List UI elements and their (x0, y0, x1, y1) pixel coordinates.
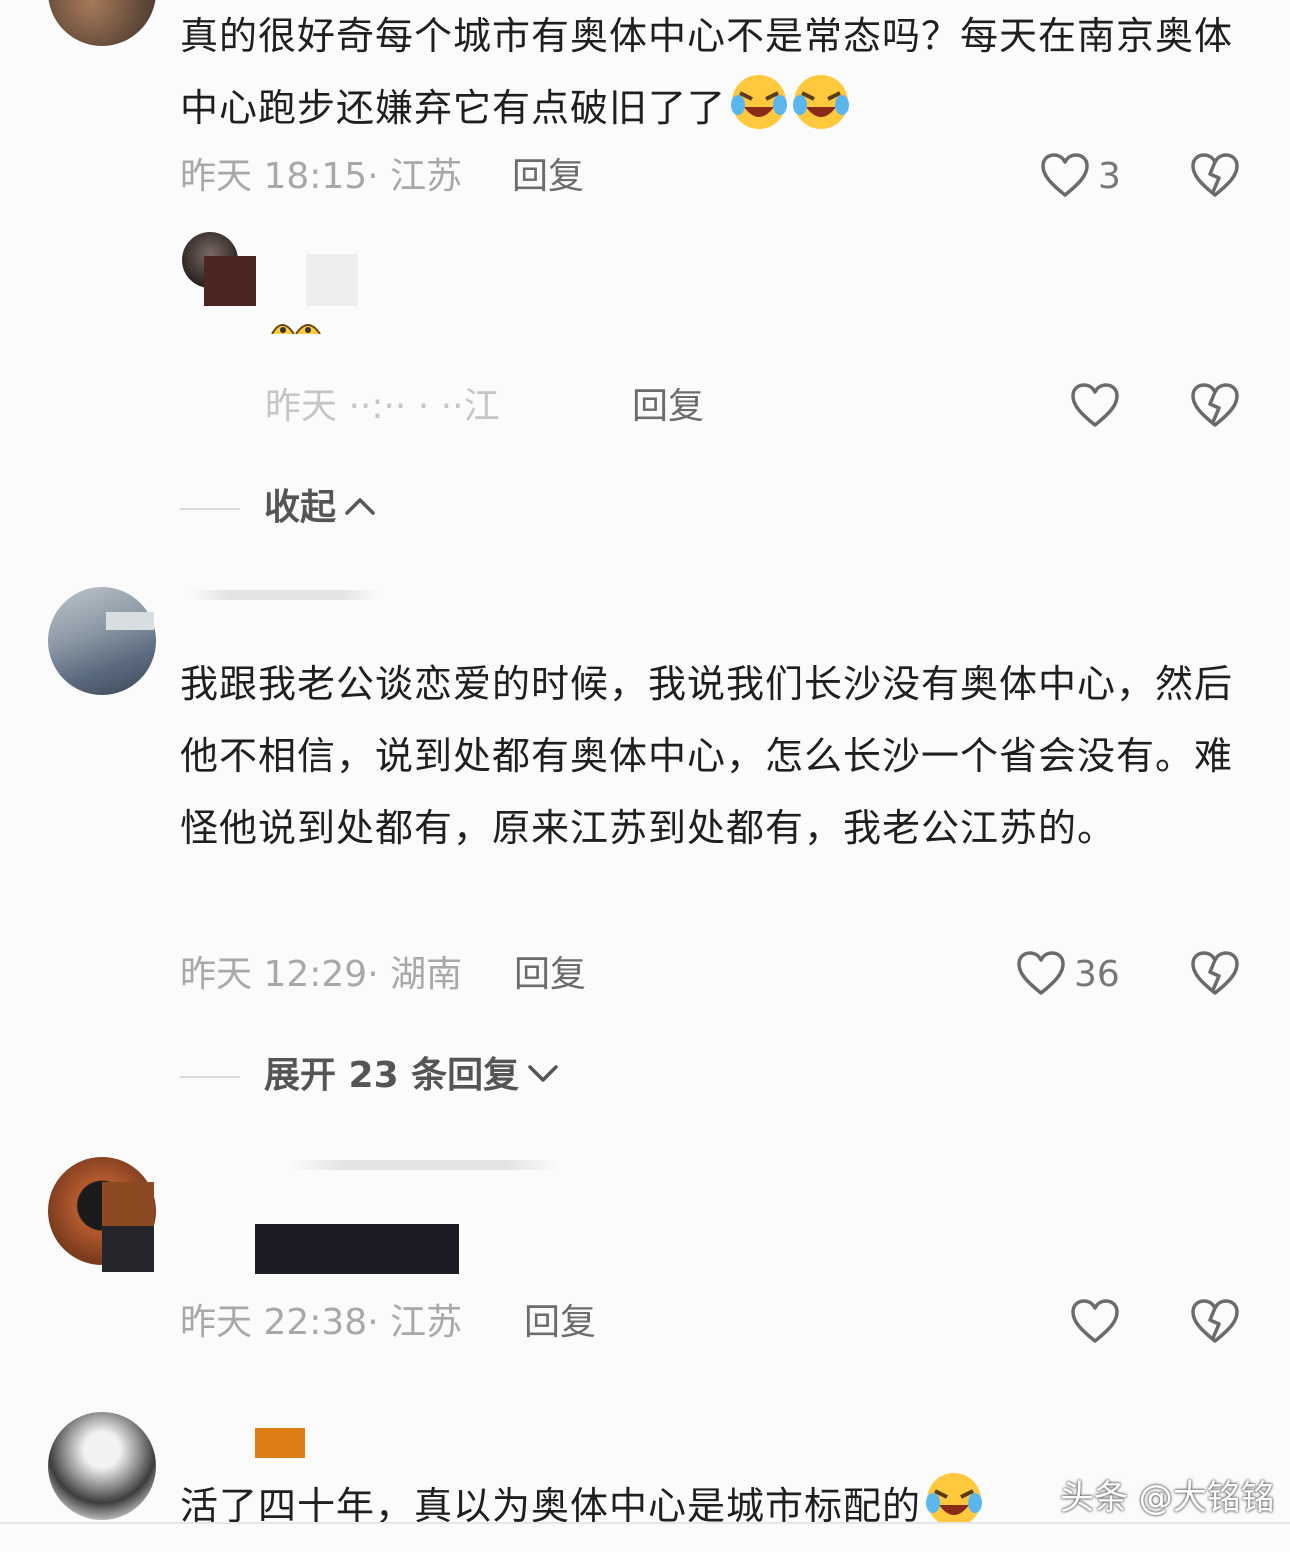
redacted-text (255, 1224, 459, 1274)
fold-divider (180, 1076, 240, 1078)
heart-icon[interactable] (1016, 950, 1066, 996)
like-count: 36 (1074, 954, 1120, 995)
redacted-block (204, 256, 256, 306)
chevron-up-icon (344, 496, 376, 520)
like-count: 3 (1098, 156, 1121, 197)
comment-meta: 昨天 22:38· 江苏 (180, 1302, 463, 1343)
avatar[interactable] (48, 0, 156, 46)
redacted-block (106, 612, 154, 630)
reply-button[interactable]: 回复 (514, 953, 586, 997)
watermark: 头条 @大铭铭 (1060, 1478, 1275, 1518)
laughing-crying-emoji (792, 73, 850, 131)
collapse-replies-button[interactable]: 收起 (264, 486, 376, 530)
fold-divider (180, 508, 240, 510)
broken-heart-icon[interactable] (1190, 152, 1240, 198)
heart-icon[interactable] (1070, 1298, 1120, 1344)
collapse-label: 收起 (264, 487, 337, 528)
reply-button[interactable]: 回复 (524, 1301, 596, 1345)
comment-meta: 昨天 18:15· 江苏 (180, 156, 463, 197)
username-fragment (190, 590, 380, 600)
redacted-block (306, 254, 358, 306)
reply-button[interactable]: 回复 (512, 155, 584, 199)
comment-text: 我跟我老公谈恋爱的时候，我说我们长沙没有奥体中心，然后他不相信，说到处都有奥体中… (180, 662, 1234, 850)
broken-heart-icon[interactable] (1190, 382, 1240, 428)
expand-label: 展开 23 条回复 (264, 1055, 520, 1096)
redacted-block (102, 1182, 154, 1226)
broken-heart-icon[interactable] (1190, 1298, 1240, 1344)
heart-icon[interactable] (1040, 152, 1090, 198)
laughing-crying-emoji (730, 73, 788, 131)
username-fragment (290, 1160, 560, 1170)
avatar[interactable] (48, 587, 156, 695)
broken-heart-icon[interactable] (1190, 950, 1240, 996)
reply-meta: 昨天 ··:·· · ··江 (265, 386, 500, 427)
comment-text: 真的很好奇每个城市有奥体中心不是常态吗？每天在南京奥体中心跑步还嫌弃它有点破旧了… (180, 14, 1234, 131)
bottom-strip (0, 1524, 1290, 1543)
laughing-crying-emoji (925, 1471, 983, 1529)
redacted-block (102, 1226, 154, 1272)
emoji-fragment (268, 312, 324, 338)
reply-button[interactable]: 回复 (632, 385, 704, 429)
chevron-down-icon (527, 1064, 559, 1088)
expand-replies-button[interactable]: 展开 23 条回复 (264, 1054, 559, 1098)
comment-meta: 昨天 12:29· 湖南 (180, 954, 463, 995)
avatar[interactable] (48, 1412, 156, 1520)
redacted-block (255, 1428, 305, 1458)
heart-icon[interactable] (1070, 382, 1120, 428)
